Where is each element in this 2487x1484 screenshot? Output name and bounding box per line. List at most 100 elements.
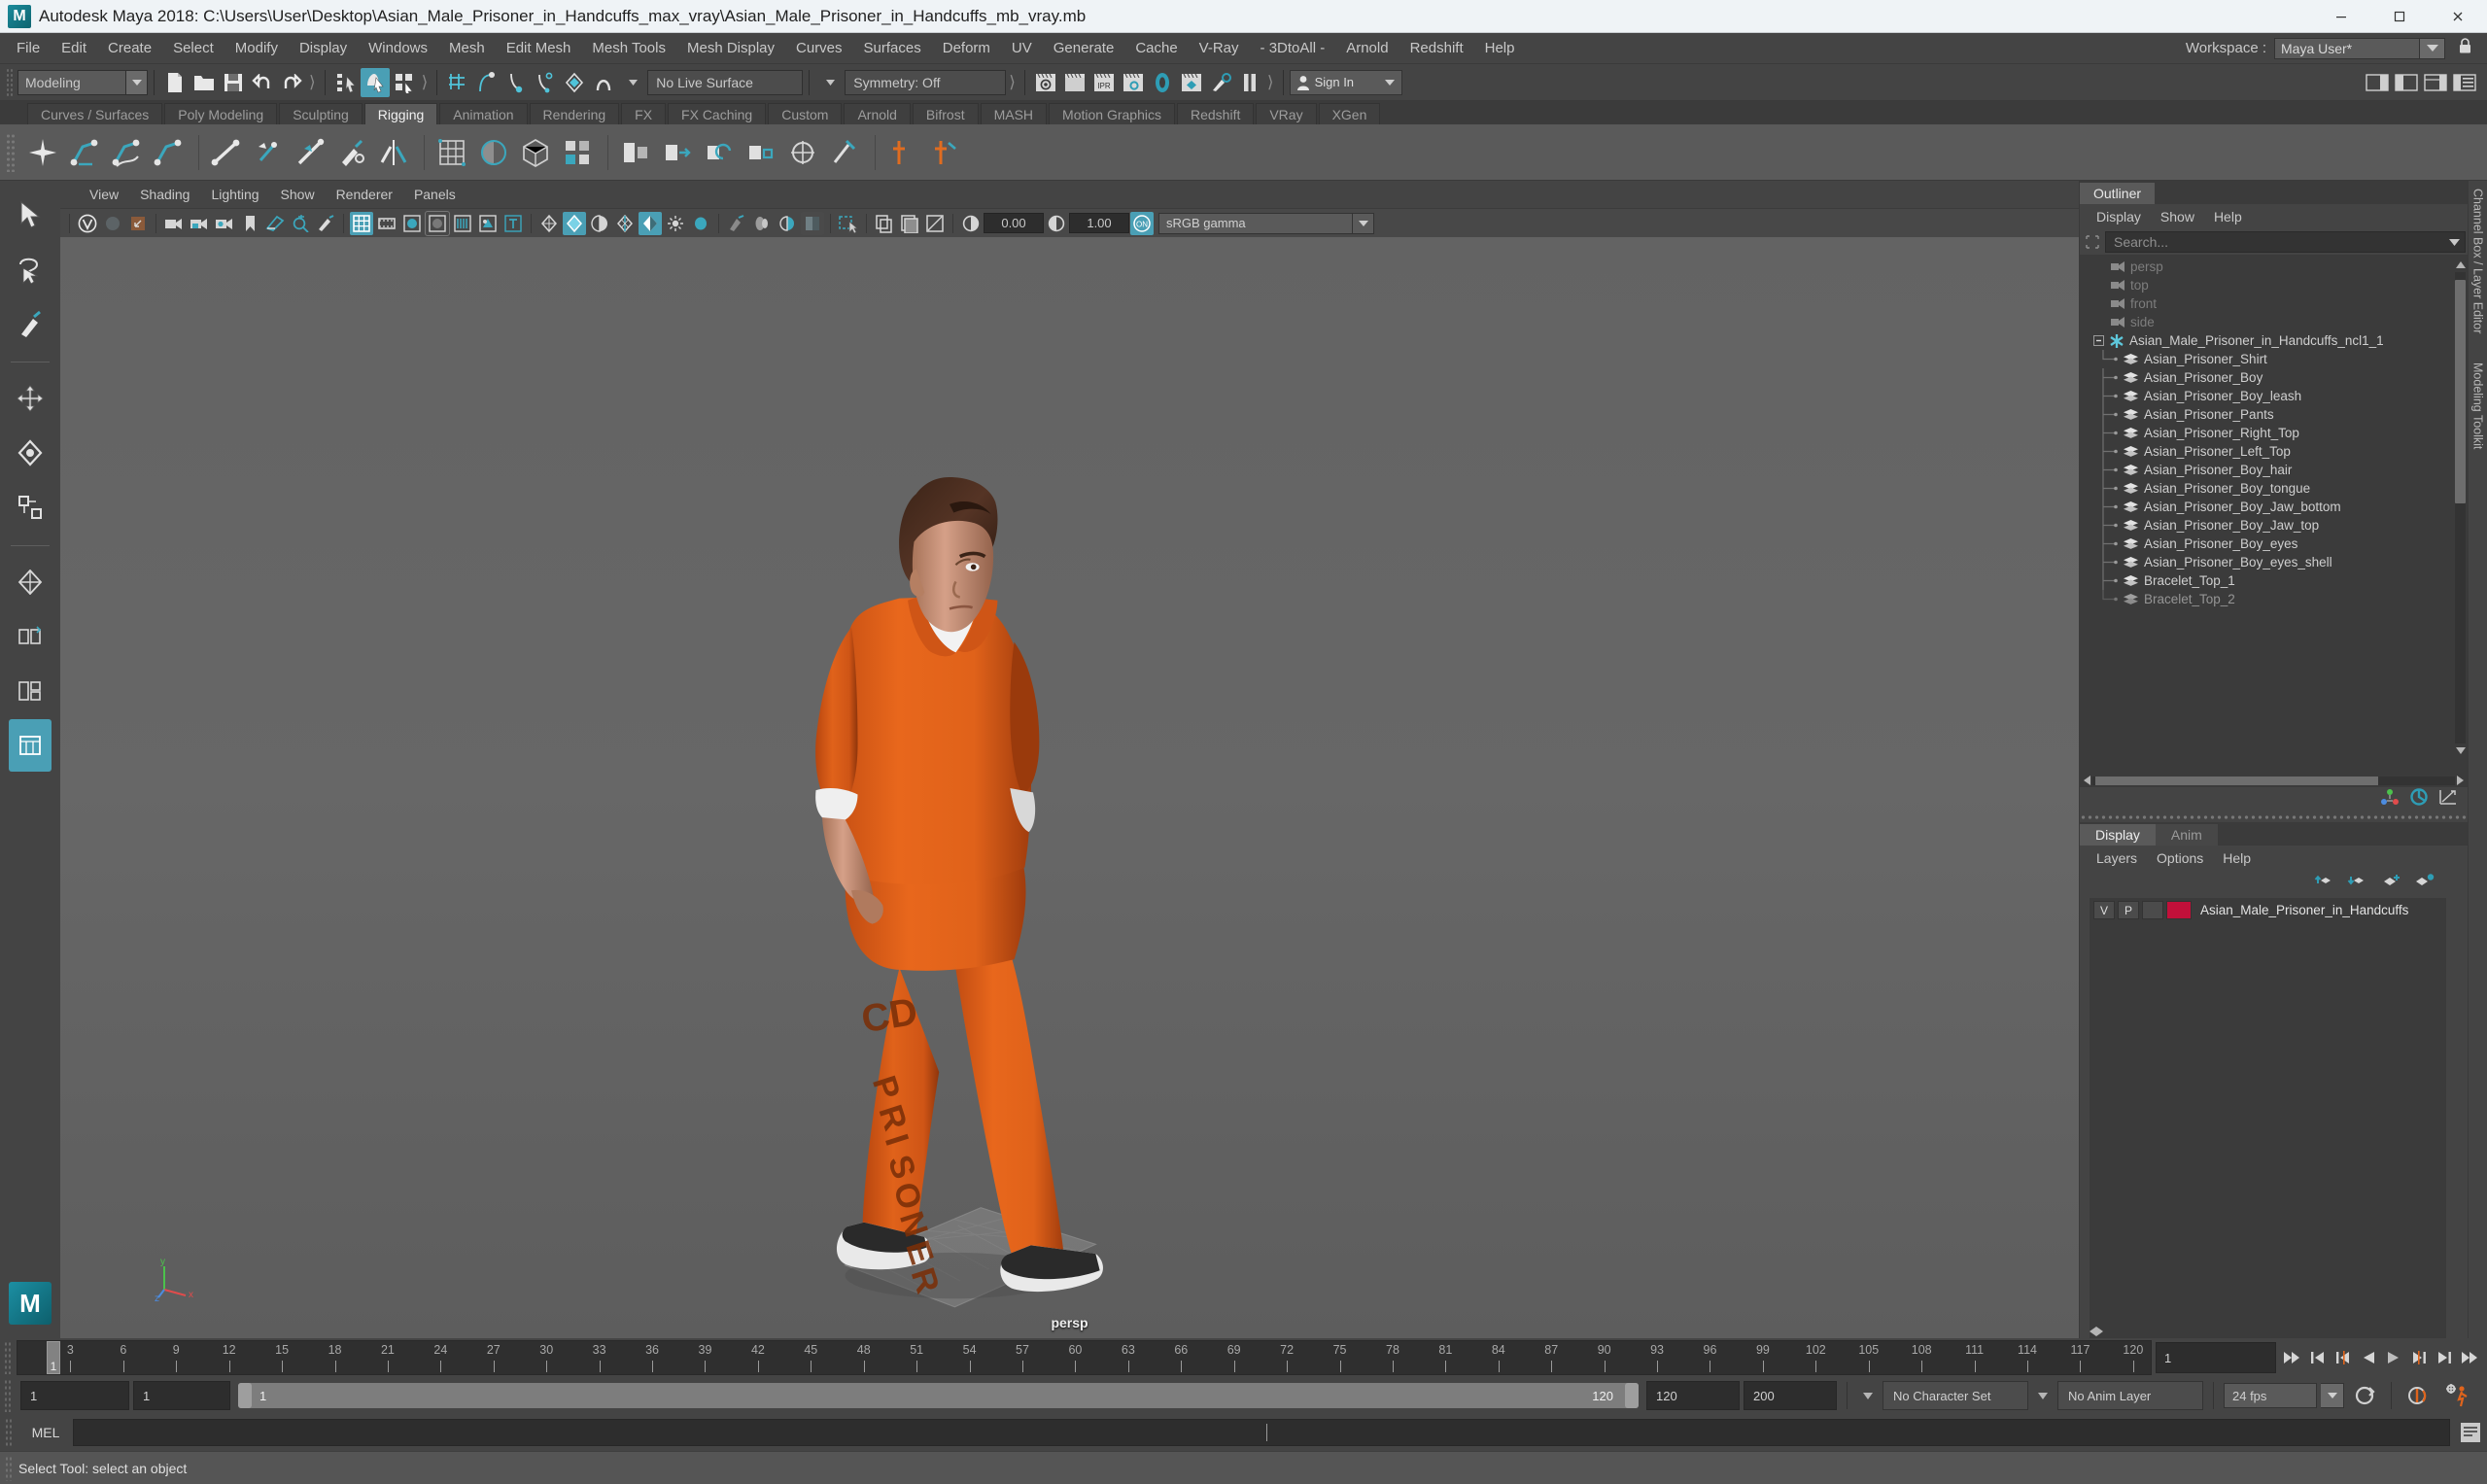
move-layer-up-button[interactable] <box>2314 873 2335 893</box>
shelf-tab-animation[interactable]: Animation <box>439 103 528 124</box>
create-new-layer-button[interactable] <box>2380 873 2401 893</box>
statusline-gripper[interactable] <box>6 67 14 97</box>
point-constraint-button[interactable] <box>658 132 697 173</box>
layer-menu-layers[interactable]: Layers <box>2088 848 2146 868</box>
shelf-tab-xgen[interactable]: XGen <box>1318 103 1381 124</box>
workspace-lock-icon[interactable] <box>2457 37 2473 60</box>
create-spline-ik-button[interactable] <box>149 132 188 173</box>
step-forward-keyframe-button[interactable] <box>2432 1343 2456 1372</box>
redo-render-button[interactable] <box>1060 68 1089 97</box>
outliner-item-mesh[interactable]: Asian_Prisoner_Right_Top <box>2080 424 2468 442</box>
channel-box-panel-icon[interactable] <box>2409 788 2429 811</box>
layer-menu-options[interactable]: Options <box>2148 848 2212 868</box>
four-view-layout-button[interactable] <box>9 556 52 608</box>
menu-edit[interactable]: Edit <box>51 36 97 61</box>
character-set-field[interactable]: No Character Set <box>1883 1381 2028 1410</box>
menu-generate[interactable]: Generate <box>1043 36 1125 61</box>
scale-tool-button[interactable] <box>9 481 52 534</box>
color-space-select[interactable]: sRGB gamma <box>1158 212 1353 234</box>
smooth-bind-button[interactable] <box>207 132 246 173</box>
render-current-frame-button[interactable] <box>1031 68 1060 97</box>
scroll-down-arrow[interactable] <box>2455 744 2466 757</box>
go-to-end-button[interactable] <box>2457 1343 2481 1372</box>
save-scene-button[interactable] <box>219 68 248 97</box>
create-joint-button[interactable] <box>23 132 62 173</box>
outliner-item-mesh[interactable]: Asian_Prisoner_Pants <box>2080 405 2468 424</box>
vray-ipr-button[interactable] <box>101 212 124 235</box>
shelf-tab-fx-caching[interactable]: FX Caching <box>668 103 767 124</box>
select-by-component-type-button[interactable] <box>390 68 419 97</box>
workspace-dropdown-arrow[interactable] <box>2420 37 2445 59</box>
camera-attributes-button[interactable] <box>213 212 236 235</box>
cluster-deformer-button[interactable] <box>558 132 597 173</box>
outliner-item-mesh[interactable]: Asian_Prisoner_Shirt <box>2080 350 2468 368</box>
toggle-channel-box-button[interactable] <box>2421 68 2450 97</box>
command-line-gripper[interactable] <box>5 1418 14 1447</box>
expand-collapse-icon[interactable] <box>2093 335 2104 346</box>
outliner-item-mesh[interactable]: Asian_Prisoner_Boy_Jaw_bottom <box>2080 498 2468 516</box>
play-forwards-button[interactable] <box>2381 1343 2405 1372</box>
select-tool-button[interactable] <box>9 189 52 241</box>
step-back-frame-button[interactable] <box>2331 1343 2355 1372</box>
toggle-outliner-button[interactable] <box>2450 68 2479 97</box>
create-ik-spline-handle-button[interactable] <box>107 132 146 173</box>
xray-display-button[interactable] <box>537 212 561 235</box>
menu-file[interactable]: File <box>6 36 51 61</box>
sign-in-button[interactable]: Sign In <box>1289 69 1403 95</box>
lasso-tool-button[interactable] <box>9 243 52 295</box>
render-setup-button[interactable] <box>1206 68 1235 97</box>
outliner-item-mesh[interactable]: Bracelet_Top_2 <box>2080 590 2468 608</box>
make-live-button[interactable] <box>589 68 618 97</box>
persp-single-view-layout-button[interactable] <box>9 719 52 772</box>
select-by-hierarchy-button[interactable] <box>331 68 361 97</box>
menu-uv[interactable]: UV <box>1001 36 1043 61</box>
outliner-item-mesh[interactable]: Bracelet_Top_1 <box>2080 571 2468 590</box>
viewport-menu-renderer[interactable]: Renderer <box>327 184 402 205</box>
scroll-right-arrow[interactable] <box>2455 776 2466 786</box>
lock-camera-button[interactable] <box>188 212 211 235</box>
outliner-item-mesh[interactable]: Asian_Prisoner_Boy <box>2080 368 2468 387</box>
outliner-filter-icon[interactable] <box>2084 232 2101 252</box>
redo-button[interactable] <box>277 68 306 97</box>
create-layer-from-selected-button[interactable] <box>2413 873 2435 893</box>
hscroll-thumb[interactable] <box>2095 776 2378 785</box>
viewport-menu-lighting[interactable]: Lighting <box>201 184 268 205</box>
color-space-dropdown-arrow[interactable] <box>1353 212 1374 234</box>
step-back-keyframe-button[interactable] <box>2305 1343 2330 1372</box>
hypershade-button[interactable] <box>1148 68 1177 97</box>
new-scene-button[interactable] <box>160 68 190 97</box>
command-language-label[interactable]: MEL <box>18 1425 73 1440</box>
pole-vector-constraint-button[interactable] <box>825 132 864 173</box>
paint-select-tool-button[interactable] <box>9 297 52 350</box>
scroll-up-arrow[interactable] <box>2455 259 2466 271</box>
outliner-item-front[interactable]: front <box>2080 294 2468 313</box>
make-live-dropdown[interactable] <box>618 68 647 97</box>
shelf-tab-sculpting[interactable]: Sculpting <box>279 103 363 124</box>
hscroll-track[interactable] <box>2092 776 2455 785</box>
menu-surfaces[interactable]: Surfaces <box>853 36 932 61</box>
shelf-tab-custom[interactable]: Custom <box>768 103 843 124</box>
menu-help[interactable]: Help <box>1474 36 1526 61</box>
depth-of-field-button[interactable] <box>750 212 774 235</box>
viewport-menu-view[interactable]: View <box>80 184 128 205</box>
shelf-tab-mash[interactable]: MASH <box>980 103 1048 124</box>
outliner-menu-help[interactable]: Help <box>2205 207 2251 226</box>
shelf-tab-redshift[interactable]: Redshift <box>1176 103 1255 124</box>
motion-blur-button[interactable] <box>725 212 748 235</box>
outliner-item-mesh[interactable]: Asian_Prisoner_Boy_leash <box>2080 387 2468 405</box>
tab-anim-layers[interactable]: Anim <box>2155 823 2218 846</box>
exposure-icon-button[interactable] <box>959 212 983 235</box>
current-frame-field[interactable]: 1 <box>2156 1342 2276 1373</box>
snap-to-grid-button[interactable] <box>443 68 472 97</box>
menu-cache[interactable]: Cache <box>1124 36 1188 61</box>
symmetry-field[interactable]: Symmetry: Off <box>845 69 1007 95</box>
snap-to-curve-button[interactable] <box>472 68 501 97</box>
outliner-item-top[interactable]: top <box>2080 276 2468 294</box>
lattice-deformer-button[interactable] <box>432 132 471 173</box>
mirror-skin-weights-button[interactable] <box>374 132 413 173</box>
play-backwards-button[interactable] <box>2356 1343 2380 1372</box>
range-gripper[interactable] <box>4 1379 13 1412</box>
toggle-film-gate-button[interactable] <box>375 212 398 235</box>
antialias-button[interactable] <box>776 212 799 235</box>
range-end-handle[interactable] <box>1625 1383 1639 1408</box>
